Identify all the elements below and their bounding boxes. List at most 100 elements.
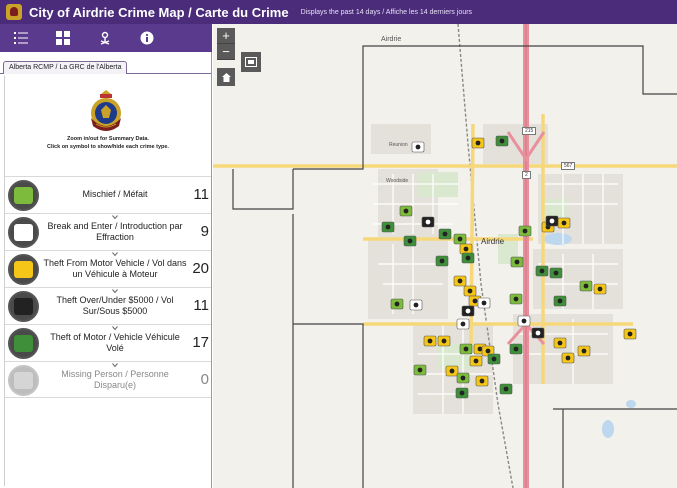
- stolen-car-marker[interactable]: [495, 134, 509, 148]
- stolen-car-marker[interactable]: [403, 234, 417, 248]
- map-pin-icon: [100, 31, 110, 45]
- theft-from-vehicle-marker[interactable]: [471, 136, 485, 150]
- stolen-car-marker[interactable]: [509, 342, 523, 356]
- road-shield-215: 215: [522, 127, 537, 135]
- zoom-control: + −: [217, 28, 235, 60]
- basemap-toggle-button[interactable]: [241, 52, 261, 72]
- mischief-marker[interactable]: [518, 224, 532, 238]
- map-view[interactable]: Airdrie Airdrie Reunion Woodside 567 2 2…: [213, 24, 677, 488]
- app-subtitle: Displays the past 14 days / Affiche les …: [300, 8, 473, 16]
- theft-from-vehicle-marker[interactable]: [593, 282, 607, 296]
- mischief-marker[interactable]: [510, 255, 524, 269]
- basemap-icon: [245, 57, 257, 67]
- crime-icon-swatch: [14, 298, 33, 315]
- crime-map-app: City of Airdrie Crime Map / Carte du Cri…: [0, 0, 677, 488]
- crime-type-theft-from-vehicle[interactable]: Theft From Motor Vehicle / Vol dans un V…: [5, 250, 211, 294]
- home-extent-button[interactable]: [217, 68, 235, 86]
- crime-type-money-bag[interactable]: Theft Over/Under $5000 / Vol Sur/Sous $5…: [5, 287, 211, 331]
- location-pin-button[interactable]: [84, 24, 126, 52]
- rcmp-crest-icon: [6, 4, 22, 20]
- theft-from-vehicle-marker[interactable]: [437, 334, 451, 348]
- crime-type-count: 11: [193, 186, 209, 203]
- theft-from-vehicle-marker[interactable]: [623, 327, 637, 341]
- crime-type-missing-person[interactable]: Missing Person / Personne Disparu(e) 0: [5, 361, 211, 398]
- home-icon: [221, 72, 231, 82]
- map-label-city: Airdrie: [481, 237, 505, 246]
- break-enter-marker[interactable]: [411, 140, 425, 154]
- map-label-district-woodside: Woodside: [386, 178, 409, 184]
- mischief-marker[interactable]: [456, 371, 470, 385]
- zoom-out-button[interactable]: −: [217, 44, 235, 60]
- crime-type-break-enter[interactable]: Break and Enter / Introduction par Effra…: [5, 213, 211, 257]
- stolen-car-icon[interactable]: [8, 328, 39, 359]
- theft-from-vehicle-marker[interactable]: [557, 216, 571, 230]
- mischief-marker[interactable]: [509, 292, 523, 306]
- money-bag-marker[interactable]: [461, 304, 475, 318]
- instruction-line-click: Click on symbol to show/hide each crime …: [47, 144, 169, 150]
- money-bag-marker[interactable]: [531, 326, 545, 340]
- theft-from-vehicle-icon[interactable]: [8, 254, 39, 285]
- crime-type-stolen-car[interactable]: Theft of Motor / Vehicle Véhicule Volé 17: [5, 324, 211, 368]
- stolen-car-marker[interactable]: [381, 220, 395, 234]
- tab-alberta-rcmp[interactable]: Alberta RCMP / La GRC de l'Alberta: [3, 61, 128, 74]
- panel-instructions: Zoom in/out for Summary Data. Click on s…: [5, 135, 211, 151]
- panel-toolbar: [0, 24, 212, 52]
- info-button[interactable]: [126, 24, 168, 52]
- road-shield-567: 567: [561, 162, 576, 170]
- mischief-marker[interactable]: [413, 363, 427, 377]
- mischief-marker[interactable]: [399, 204, 413, 218]
- crime-icon-swatch: [14, 372, 33, 389]
- theft-from-vehicle-marker[interactable]: [553, 336, 567, 350]
- stolen-car-marker[interactable]: [455, 386, 469, 400]
- stolen-car-marker[interactable]: [461, 251, 475, 265]
- stolen-car-marker[interactable]: [435, 254, 449, 268]
- legend-list-button[interactable]: [0, 24, 42, 52]
- missing-person-icon[interactable]: [8, 365, 39, 396]
- break-enter-marker[interactable]: [456, 317, 470, 331]
- info-icon: [140, 31, 154, 45]
- panel-tabbar: Alberta RCMP / La GRC de l'Alberta: [0, 52, 211, 74]
- road-shield-2: 2: [522, 171, 531, 179]
- stolen-car-marker[interactable]: [535, 264, 549, 278]
- theft-from-vehicle-marker[interactable]: [577, 344, 591, 358]
- zoom-in-button[interactable]: +: [217, 28, 235, 44]
- money-bag-marker[interactable]: [545, 214, 559, 228]
- stolen-car-marker[interactable]: [549, 266, 563, 280]
- mischief-icon[interactable]: [8, 180, 39, 211]
- instruction-line-zoom: Zoom in/out for Summary Data.: [67, 136, 149, 142]
- mischief-marker[interactable]: [579, 279, 593, 293]
- money-bag-marker[interactable]: [421, 215, 435, 229]
- break-enter-icon[interactable]: [8, 217, 39, 248]
- mischief-marker[interactable]: [390, 297, 404, 311]
- crime-icon-swatch: [14, 187, 33, 204]
- rcmp-badge-icon: [91, 90, 121, 131]
- stolen-car-marker[interactable]: [499, 382, 513, 396]
- money-bag-icon[interactable]: [8, 291, 39, 322]
- break-enter-marker[interactable]: [517, 314, 531, 328]
- crime-type-count: 11: [193, 297, 209, 314]
- theft-from-vehicle-marker[interactable]: [423, 334, 437, 348]
- list-icon: [14, 32, 28, 44]
- crime-type-mischief[interactable]: Mischief / Méfait 11: [5, 176, 211, 220]
- app-title: City of Airdrie Crime Map / Carte du Cri…: [29, 4, 289, 20]
- stolen-car-marker[interactable]: [553, 294, 567, 308]
- theft-from-vehicle-marker[interactable]: [561, 351, 575, 365]
- crime-type-count: 17: [192, 334, 209, 351]
- crime-icon-swatch: [14, 335, 33, 352]
- break-enter-marker[interactable]: [477, 296, 491, 310]
- legend-panel: Alberta RCMP / La GRC de l'Alberta Zoom …: [0, 52, 212, 488]
- break-enter-marker[interactable]: [409, 298, 423, 312]
- grid-view-button[interactable]: [42, 24, 84, 52]
- theft-from-vehicle-marker[interactable]: [475, 374, 489, 388]
- crime-type-count: 9: [200, 223, 209, 240]
- crime-type-list: Mischief / Méfait 11 Break and Enter / Int…: [5, 176, 211, 398]
- map-label-town-north: Airdrie: [381, 36, 402, 43]
- grid-icon: [56, 31, 70, 45]
- theft-from-vehicle-marker[interactable]: [469, 354, 483, 368]
- map-label-district-reunion: Reunion: [389, 142, 408, 148]
- crime-type-count: 0: [200, 371, 209, 388]
- crime-type-label: Missing Person / Personne Disparu(e): [61, 368, 169, 390]
- stolen-car-marker[interactable]: [438, 227, 452, 241]
- stolen-car-marker[interactable]: [487, 352, 501, 366]
- crime-type-count: 20: [192, 260, 209, 277]
